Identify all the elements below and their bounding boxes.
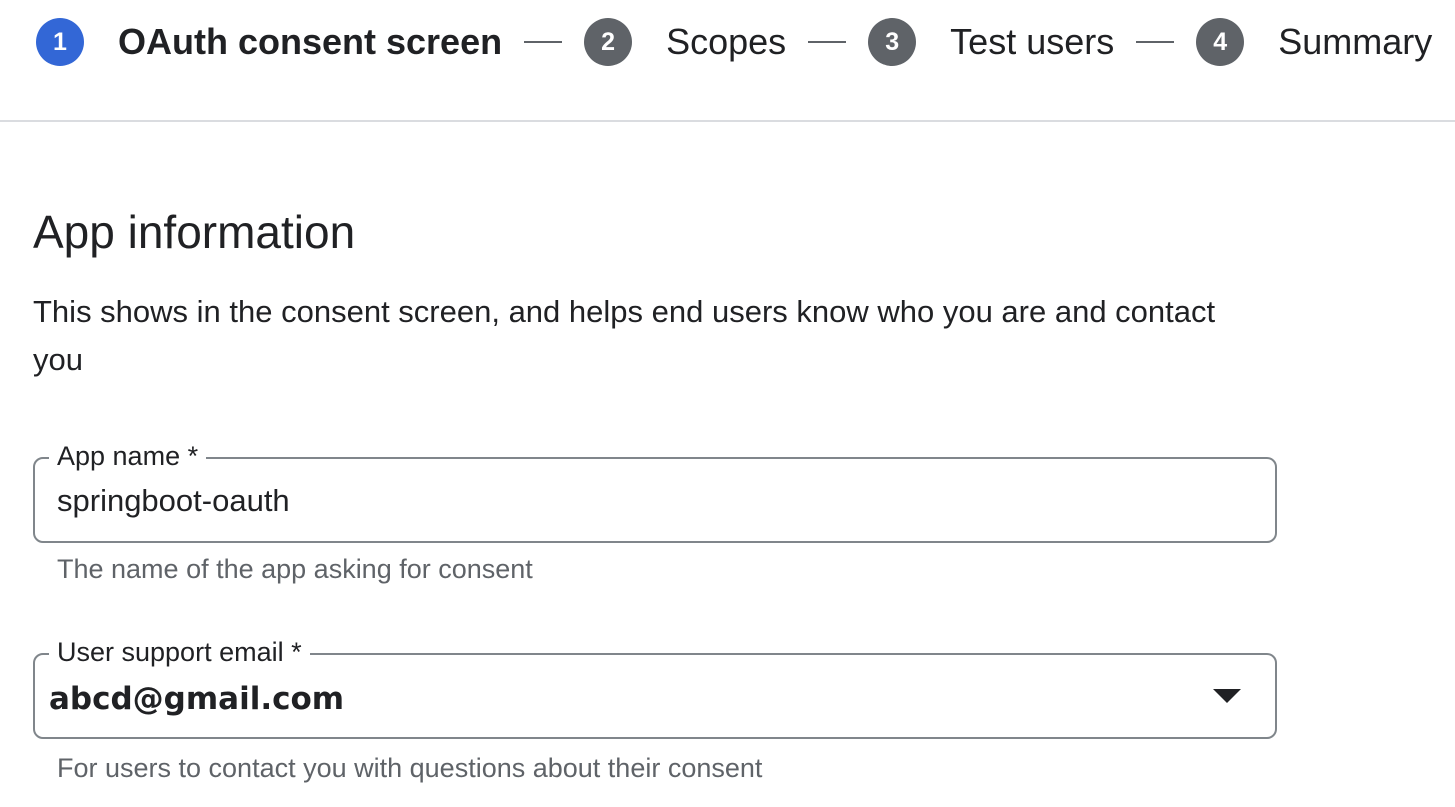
step-summary[interactable]: 4 Summary [1196,18,1432,66]
app-name-field[interactable]: App name * [33,439,1277,543]
step-label-test-users: Test users [950,21,1115,62]
stepper-divider [0,120,1455,122]
step-test-users[interactable]: 3 Test users [868,18,1114,66]
user-support-email-value: abcd@gmail.com [49,681,345,717]
step-number-2: 2 [584,18,633,66]
user-support-email-select[interactable]: User support email * abcd@gmail.com [33,635,1277,739]
step-number-3: 3 [868,18,917,66]
section-description: This shows in the consent screen, and he… [33,294,1216,377]
step-label-scopes: Scopes [666,21,787,62]
user-support-email-helper: For users to contact you with questions … [57,753,763,783]
step-oauth-consent-screen[interactable]: 1 OAuth consent screen [36,18,502,66]
stepper: 1 OAuth consent screen 2 Scopes 3 Test u… [36,16,1432,68]
app-name-helper: The name of the app asking for consent [57,554,533,584]
app-name-input[interactable] [57,481,1237,521]
oauth-consent-page: 1 OAuth consent screen 2 Scopes 3 Test u… [0,0,1455,807]
step-connector [524,41,563,43]
app-name-label: App name * [49,439,207,473]
section-title: App information [33,206,356,258]
step-connector [808,41,847,43]
chevron-down-icon[interactable] [1213,689,1241,703]
step-label-summary: Summary [1278,21,1433,62]
step-connector [1136,41,1175,43]
step-scopes[interactable]: 2 Scopes [584,18,786,66]
step-number-4: 4 [1196,18,1245,66]
user-support-email-label: User support email * [49,635,310,669]
step-label-oauth-consent-screen: OAuth consent screen [118,21,503,62]
step-number-1: 1 [36,18,84,66]
